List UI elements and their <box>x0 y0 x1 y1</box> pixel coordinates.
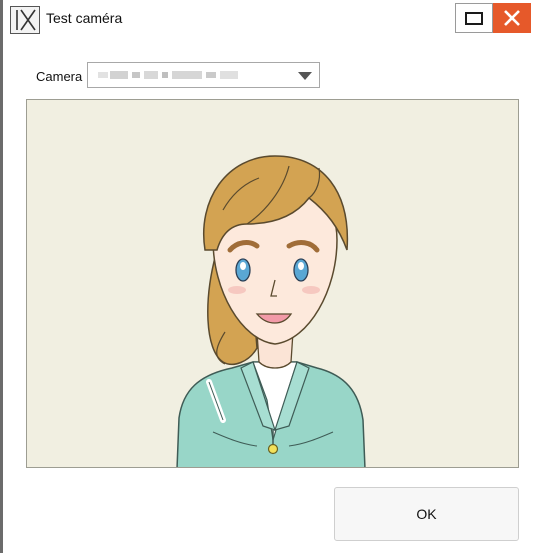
maximize-icon <box>465 11 483 25</box>
person-avatar-illustration <box>176 155 366 467</box>
camera-label: Camera <box>36 69 83 84</box>
ok-button[interactable]: OK <box>334 487 519 541</box>
window-title: Test caméra <box>46 10 123 26</box>
app-logo-icon <box>10 6 40 34</box>
close-button[interactable] <box>493 3 531 33</box>
title-bar[interactable]: Test caméra <box>3 0 533 38</box>
camera-select[interactable] <box>87 62 320 88</box>
close-icon <box>504 10 520 26</box>
chevron-down-icon <box>298 72 312 80</box>
window-left-border <box>0 0 3 553</box>
maximize-button[interactable] <box>455 3 493 33</box>
obscured-camera-name <box>98 71 238 79</box>
camera-preview <box>26 99 519 468</box>
camera-test-dialog: Test caméra Camera OK <box>0 0 533 553</box>
